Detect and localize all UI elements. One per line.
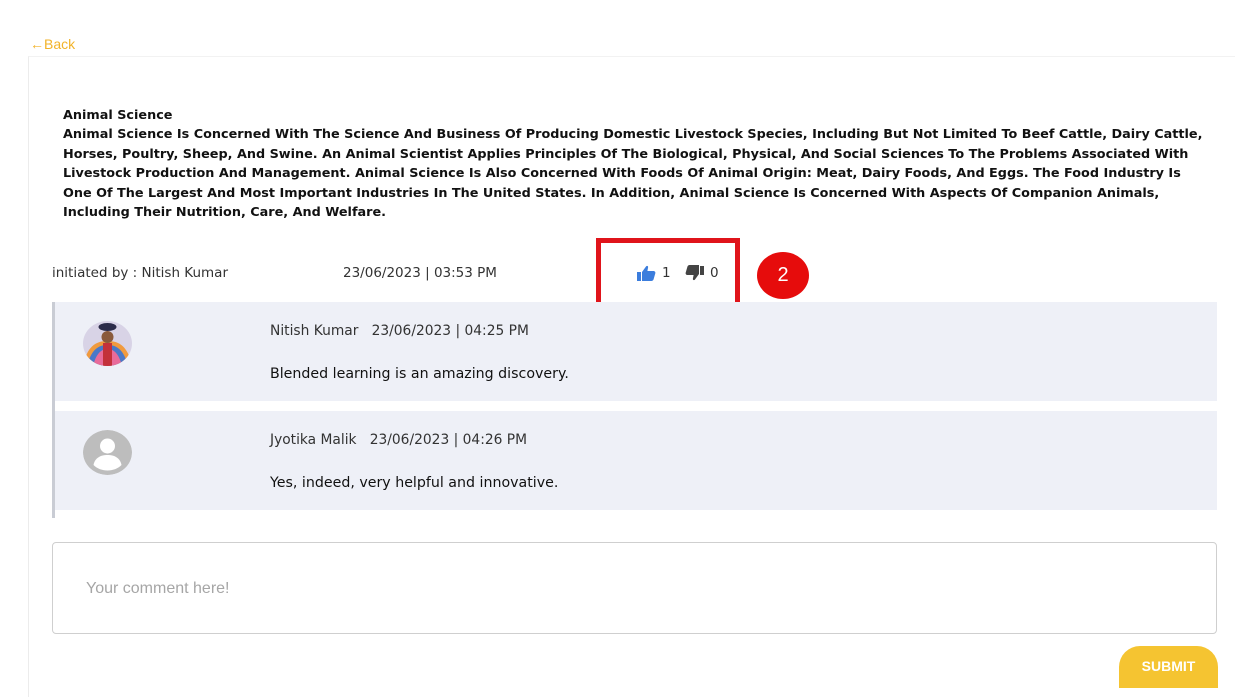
- user-photo-icon: [83, 321, 132, 366]
- comment-text: Blended learning is an amazing discovery…: [270, 366, 569, 382]
- avatar: [83, 321, 132, 366]
- post-title: Animal Science: [63, 108, 173, 123]
- comment-input[interactable]: [54, 544, 1215, 632]
- comment-text: Yes, indeed, very helpful and innovative…: [270, 475, 559, 491]
- comment-datetime: 23/06/2023 | 04:25 PM: [371, 323, 529, 339]
- highlight-box: [596, 238, 740, 308]
- post-author: initiated by : Nitish Kumar: [52, 265, 229, 281]
- annotation-badge: 2: [757, 252, 809, 299]
- post-body: Animal Science Is Concerned With The Sci…: [63, 127, 1203, 221]
- default-user-icon: [83, 430, 132, 475]
- back-link[interactable]: ←Back: [30, 36, 75, 52]
- comment-author: Jyotika Malik: [270, 432, 357, 448]
- comment-box: [52, 542, 1217, 634]
- comment-item: Jyotika Malik 23/06/2023 | 04:26 PM Yes,…: [52, 411, 1217, 510]
- comment-item: Nitish Kumar 23/06/2023 | 04:25 PM Blend…: [52, 302, 1217, 401]
- comment-header: Nitish Kumar 23/06/2023 | 04:25 PM: [270, 323, 529, 339]
- post-datetime: 23/06/2023 | 03:53 PM: [343, 265, 497, 281]
- comment-datetime: 23/06/2023 | 04:26 PM: [369, 432, 528, 448]
- comment-header: Jyotika Malik 23/06/2023 | 04:26 PM: [270, 432, 527, 448]
- submit-button[interactable]: SUBMIT: [1119, 646, 1218, 688]
- avatar: [83, 430, 132, 475]
- comment-author: Nitish Kumar: [270, 323, 359, 339]
